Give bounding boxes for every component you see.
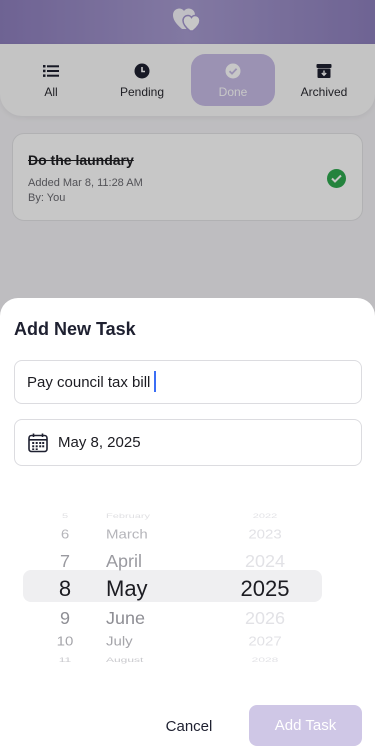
sheet-title: Add New Task: [14, 319, 136, 339]
picker-day-option[interactable]: 9: [45, 609, 85, 626]
add-task-sheet: Add New Task May 8, 2025 5 6 7 8 9 10 11 Febru…: [0, 298, 375, 748]
picker-year-option[interactable]: 2025: [225, 578, 305, 600]
picker-day-option[interactable]: 11: [45, 657, 85, 664]
picker-year-option[interactable]: 2027: [225, 635, 305, 648]
text-cursor: [154, 371, 156, 392]
date-wheel-picker[interactable]: 5 6 7 8 9 10 11 February March April May June July A…: [0, 503, 375, 673]
cancel-button[interactable]: Cancel: [146, 706, 232, 746]
month-wheel[interactable]: February March April May June July August: [106, 503, 216, 673]
date-value: May 8, 2025: [58, 434, 141, 451]
picker-month-option[interactable]: August: [106, 657, 216, 664]
picker-year-option[interactable]: 2024: [225, 552, 305, 569]
year-wheel[interactable]: 2022 2023 2024 2025 2026 2027 2028: [225, 503, 305, 673]
picker-month-option[interactable]: April: [106, 552, 216, 569]
picker-day-option[interactable]: 8: [45, 578, 85, 600]
picker-month-option[interactable]: March: [106, 528, 216, 541]
picker-month-option[interactable]: May: [106, 578, 216, 600]
calendar-icon: [28, 433, 48, 453]
picker-day-option[interactable]: 6: [45, 528, 85, 541]
picker-year-option[interactable]: 2028: [225, 657, 305, 664]
picker-day-option[interactable]: 10: [45, 635, 85, 648]
picker-month-option[interactable]: June: [106, 609, 216, 626]
picker-year-option[interactable]: 2023: [225, 528, 305, 541]
picker-month-option[interactable]: July: [106, 635, 216, 648]
picker-day-option[interactable]: 7: [45, 552, 85, 569]
day-wheel[interactable]: 5 6 7 8 9 10 11: [45, 503, 85, 673]
add-task-button[interactable]: Add Task: [249, 705, 362, 746]
date-field[interactable]: May 8, 2025: [14, 419, 362, 466]
task-name-input[interactable]: [14, 360, 362, 404]
picker-year-option[interactable]: 2026: [225, 609, 305, 626]
picker-month-option[interactable]: February: [106, 513, 216, 519]
picker-year-option[interactable]: 2022: [225, 513, 305, 519]
picker-day-option[interactable]: 5: [45, 513, 85, 519]
